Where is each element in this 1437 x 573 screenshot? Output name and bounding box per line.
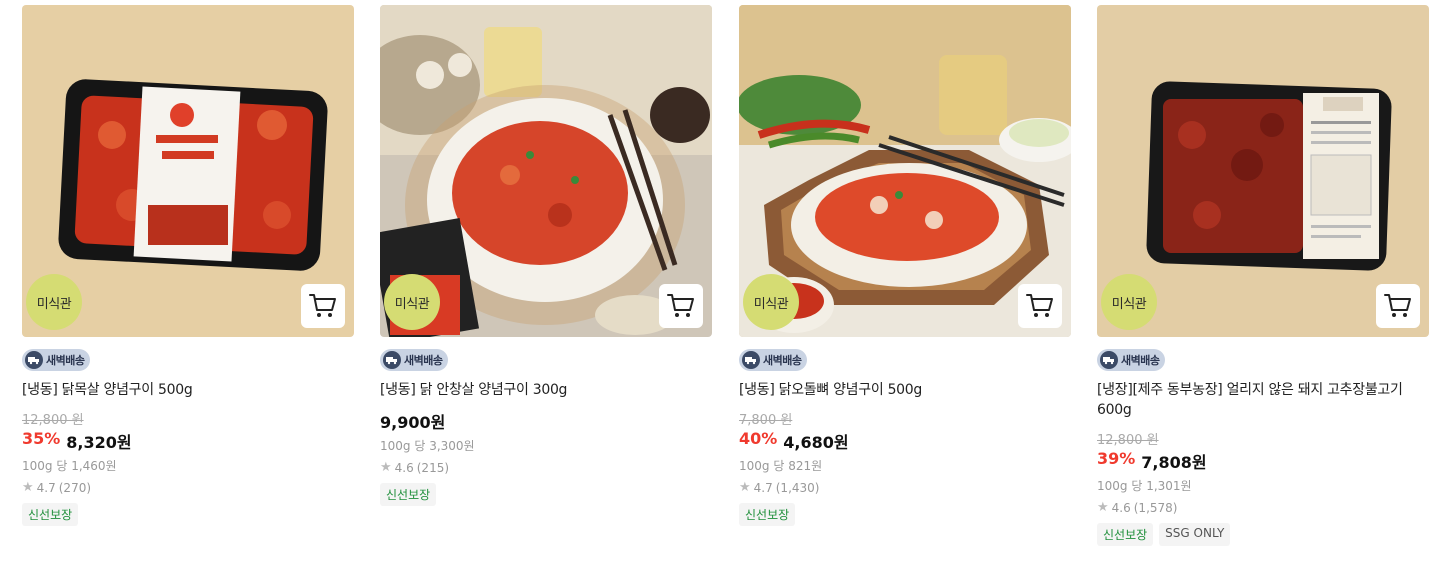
tag-ssg-only: SSG ONLY <box>1159 523 1231 546</box>
product-grid: 미식관 새벽배송 [냉동] 닭목살 양념구이 500g 12,800 원 35% <box>0 0 1437 573</box>
rating: ★ 4.6 (215) <box>380 460 712 475</box>
delivery-label: 새벽배송 <box>763 354 802 367</box>
product-info: 새벽배송 [냉동] 닭 안창살 양념구이 300g 9,900원 100g 당 … <box>380 337 712 506</box>
add-to-cart-button[interactable] <box>1018 284 1062 328</box>
delivery-label: 새벽배송 <box>404 354 443 367</box>
product-image[interactable]: 미식관 <box>739 5 1071 337</box>
product-info: 새벽배송 [냉동] 닭목살 양념구이 500g 12,800 원 35% 8,3… <box>22 337 354 526</box>
misik-badge: 미식관 <box>1101 274 1157 330</box>
original-price: 7,800 원 <box>739 413 793 428</box>
truck-icon <box>1100 351 1118 369</box>
unit-price: 100g 당 3,300원 <box>380 439 475 453</box>
price-row: 40% 4,680원 <box>739 429 1071 453</box>
product-name[interactable]: [냉동] 닭오돌뼈 양념구이 500g <box>739 380 1071 400</box>
unit-price: 100g 당 1,460원 <box>22 459 117 473</box>
sale-price: 7,808원 <box>1141 453 1207 472</box>
unit-price: 100g 당 821원 <box>739 459 823 473</box>
rating-value: 4.6 <box>1111 500 1131 515</box>
product-image[interactable]: 미식관 <box>22 5 354 337</box>
rating: ★ 4.6 (1,578) <box>1097 500 1429 515</box>
sale-price: 9,900원 <box>380 413 446 432</box>
cart-icon <box>309 294 336 317</box>
product-card[interactable]: 미식관 새벽배송 [냉동] 닭목살 양념구이 500g 12,800 원 35% <box>22 5 354 526</box>
sale-price: 4,680원 <box>783 433 849 452</box>
product-image[interactable]: 미식관 <box>1097 5 1429 337</box>
tag-list: 신선보장 SSG ONLY <box>1097 523 1429 546</box>
star-icon: ★ <box>380 460 392 475</box>
cart-icon <box>1384 294 1411 317</box>
review-count: (1,578) <box>1133 500 1178 515</box>
misik-badge: 미식관 <box>743 274 799 330</box>
price-row: 35% 8,320원 <box>22 429 354 453</box>
review-count: (1,430) <box>775 480 820 495</box>
tag-list: 신선보장 <box>22 503 354 526</box>
tag-list: 신선보장 <box>739 503 1071 526</box>
tag-fresh: 신선보장 <box>739 503 796 526</box>
product-card[interactable]: 미식관 새벽배송 [냉동] 닭오돌뼈 양념구이 500g 7,800 원 40% <box>739 5 1071 526</box>
delivery-badge: 새벽배송 <box>22 349 91 371</box>
cart-icon <box>1026 294 1053 317</box>
star-icon: ★ <box>1097 500 1109 515</box>
delivery-label: 새벽배송 <box>1121 354 1160 367</box>
truck-icon <box>742 351 760 369</box>
product-name[interactable]: [냉동] 닭 안창살 양념구이 300g <box>380 380 712 400</box>
tag-fresh: 신선보장 <box>22 503 79 526</box>
misik-badge: 미식관 <box>26 274 82 330</box>
tag-fresh: 신선보장 <box>380 483 437 506</box>
rating-value: 4.7 <box>753 480 773 495</box>
add-to-cart-button[interactable] <box>301 284 345 328</box>
star-icon: ★ <box>22 480 34 495</box>
product-name[interactable]: [냉동] 닭목살 양념구이 500g <box>22 380 354 400</box>
tag-fresh: 신선보장 <box>1097 523 1154 546</box>
discount-rate: 39% <box>1097 449 1136 468</box>
price-row: 39% 7,808원 <box>1097 449 1429 473</box>
product-info: 새벽배송 [냉동] 닭오돌뼈 양념구이 500g 7,800 원 40% 4,6… <box>739 337 1071 526</box>
rating-value: 4.6 <box>394 460 414 475</box>
tag-list: 신선보장 <box>380 483 712 506</box>
discount-rate: 40% <box>739 429 778 448</box>
truck-icon <box>25 351 43 369</box>
delivery-badge: 새벽배송 <box>739 349 808 371</box>
product-card[interactable]: 미식관 새벽배송 [냉장][제주 동부농장] 얼리지 않은 돼지 고추장불고기 … <box>1097 5 1429 546</box>
delivery-label: 새벽배송 <box>46 354 85 367</box>
delivery-badge: 새벽배송 <box>380 349 449 371</box>
rating: ★ 4.7 (1,430) <box>739 480 1071 495</box>
unit-price: 100g 당 1,301원 <box>1097 479 1192 493</box>
product-name[interactable]: [냉장][제주 동부농장] 얼리지 않은 돼지 고추장불고기 600g <box>1097 380 1429 420</box>
star-icon: ★ <box>739 480 751 495</box>
sale-price: 8,320원 <box>66 433 132 452</box>
original-price: 12,800 원 <box>22 413 84 428</box>
review-count: (270) <box>58 480 92 495</box>
add-to-cart-button[interactable] <box>659 284 703 328</box>
original-price: 12,800 원 <box>1097 433 1159 448</box>
product-image[interactable]: 미식관 <box>380 5 712 337</box>
truck-icon <box>383 351 401 369</box>
add-to-cart-button[interactable] <box>1376 284 1420 328</box>
product-info: 새벽배송 [냉장][제주 동부농장] 얼리지 않은 돼지 고추장불고기 600g… <box>1097 337 1429 546</box>
product-card[interactable]: 미식관 새벽배송 [냉동] 닭 안창살 양념구이 300g 9,900원 100… <box>380 5 712 506</box>
review-count: (215) <box>416 460 450 475</box>
rating: ★ 4.7 (270) <box>22 480 354 495</box>
cart-icon <box>667 294 694 317</box>
misik-badge: 미식관 <box>384 274 440 330</box>
rating-value: 4.7 <box>36 480 56 495</box>
delivery-badge: 새벽배송 <box>1097 349 1166 371</box>
discount-rate: 35% <box>22 429 61 448</box>
